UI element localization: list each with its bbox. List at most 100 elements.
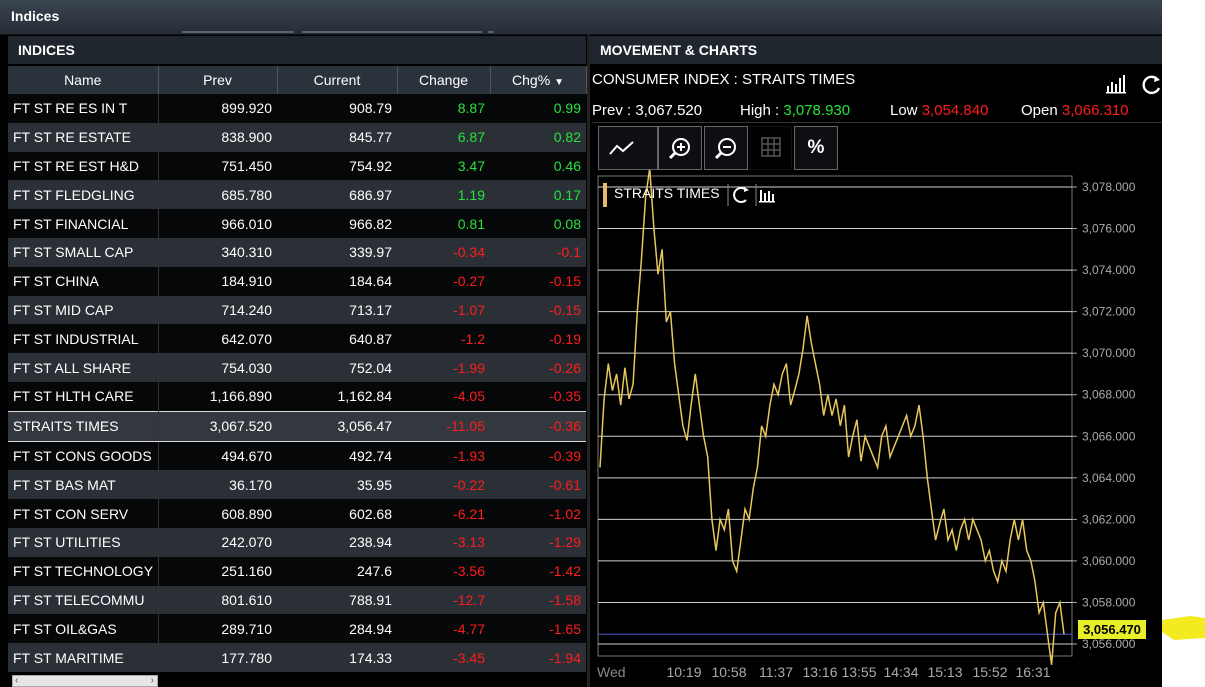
window-title: Indices: [11, 8, 60, 24]
table-row[interactable]: FT ST MID CAP 714.240 713.17 -1.07 -0.15: [8, 295, 586, 325]
column-header-change[interactable]: Change: [397, 66, 491, 94]
cell-change: -11.05: [397, 410, 490, 442]
column-header-name[interactable]: Name: [8, 66, 159, 94]
table-row[interactable]: FT ST CON SERV 608.890 602.68 -6.21 -1.02: [8, 499, 586, 528]
cell-current: 284.94: [277, 614, 397, 644]
tab-indicator[interactable]: [182, 31, 294, 33]
table-row[interactable]: FT ST SMALL CAP 340.310 339.97 -0.34 -0.1: [8, 237, 586, 267]
cell-name: FT ST UTILITIES: [8, 527, 159, 557]
plot-frame: [597, 175, 1073, 657]
table-row[interactable]: FT ST ALL SHARE 754.030 752.04 -1.99 -0.26: [8, 353, 586, 382]
tab-indicator[interactable]: [488, 31, 494, 33]
cell-current: 640.87: [277, 324, 397, 354]
cell-chg-pct: -0.39: [490, 441, 586, 471]
table-row[interactable]: FT ST BAS MAT 36.170 35.95 -0.22 -0.61: [8, 470, 586, 500]
cell-prev: 289.710: [158, 614, 277, 644]
cell-chg-pct: -1.58: [490, 585, 586, 615]
x-tick-label: 11:37: [759, 664, 793, 680]
x-start-label: Wed: [597, 664, 626, 680]
column-header-chg-pct[interactable]: Chg% ▼: [490, 66, 587, 94]
chart-area[interactable]: 3,078.000 3,076.000 3,074.000 3,072.000 3,07…: [592, 122, 1162, 687]
refresh-icon[interactable]: [1142, 75, 1161, 95]
table-row[interactable]: FT ST OIL&GAS 289.710 284.94 -4.77 -1.65: [8, 614, 586, 644]
cell-current: 3,056.47: [277, 410, 397, 442]
legend-settings-icon[interactable]: [759, 190, 775, 203]
line-chart-button[interactable]: [598, 126, 658, 170]
cell-name: FT ST RE ESTATE: [8, 122, 159, 152]
column-header-prev[interactable]: Prev: [158, 66, 278, 94]
zoom-in-button[interactable]: [658, 126, 702, 170]
cell-prev: 685.780: [158, 180, 277, 210]
tab-indicator[interactable]: [302, 31, 482, 33]
table-row[interactable]: FT ST TECHNOLOGY 251.160 247.6 -3.56 -1.42: [8, 556, 586, 586]
legend-tools: [727, 184, 775, 206]
cell-current: 686.97: [277, 180, 397, 210]
cell-chg-pct: 0.99: [490, 94, 586, 123]
series-line: [599, 168, 1065, 665]
sort-desc-icon[interactable]: ▼: [554, 77, 564, 88]
table-row[interactable]: STRAITS TIMES 3,067.520 3,056.47 -11.05 -0.3…: [8, 410, 586, 442]
legend-refresh-icon[interactable]: [733, 187, 749, 203]
table-row[interactable]: FT ST UTILITIES 242.070 238.94 -3.13 -1.29: [8, 527, 586, 557]
column-header-current[interactable]: Current: [277, 66, 398, 94]
cell-change: 0.81: [397, 209, 490, 238]
table-row[interactable]: FT ST RE ESTATE 838.900 845.77 6.87 0.82: [8, 122, 586, 152]
cell-current: 174.33: [277, 643, 397, 672]
cell-change: -3.45: [397, 643, 490, 672]
horizontal-scrollbar[interactable]: ‹ ›: [12, 675, 158, 687]
high-value: 3,078.930: [783, 102, 851, 119]
cell-current: 1,162.84: [277, 381, 397, 412]
yellow-highlight-shape: [1162, 616, 1205, 640]
y-tick-label: 3,072.000: [1082, 305, 1136, 319]
zoom-in-icon: [668, 138, 690, 160]
y-tick-label: 3,070.000: [1082, 346, 1136, 360]
open-stat: Open 3,066.310: [1021, 102, 1129, 119]
cell-current: 492.74: [277, 441, 397, 471]
table-row[interactable]: FT ST HLTH CARE 1,166.890 1,162.84 -4.05 -0.…: [8, 381, 586, 412]
cell-name: FT ST RE EST H&D: [8, 151, 159, 181]
percent-label: %: [807, 137, 825, 158]
y-tick-label: 3,068.000: [1082, 388, 1136, 402]
cell-change: -3.13: [397, 527, 490, 557]
panel-splitter[interactable]: [587, 34, 590, 687]
cell-prev: 608.890: [158, 499, 277, 528]
table-row[interactable]: FT ST CONS GOODS 494.670 492.74 -1.93 -0.39: [8, 441, 586, 471]
cell-chg-pct: -0.19: [490, 324, 586, 354]
table-row[interactable]: FT ST CHINA 184.910 184.64 -0.27 -0.15: [8, 266, 586, 296]
chart-title: CONSUMER INDEX : STRAITS TIMES: [592, 71, 856, 88]
grid-icon: [761, 137, 781, 157]
cell-change: -0.34: [397, 237, 490, 267]
percent-button[interactable]: %: [794, 126, 838, 170]
cell-change: -0.27: [397, 266, 490, 296]
cell-current: 184.64: [277, 266, 397, 296]
table-row[interactable]: FT ST TELECOMMU 801.610 788.91 -12.7 -1.58: [8, 585, 586, 615]
table-row[interactable]: FT ST FLEDGLING 685.780 686.97 1.19 0.17: [8, 180, 586, 210]
y-tick-label: 3,064.000: [1082, 471, 1136, 485]
cell-chg-pct: -1.65: [490, 614, 586, 644]
cell-current: 339.97: [277, 237, 397, 267]
cell-name: FT ST TELECOMMU: [8, 585, 159, 615]
grid-toggle-button[interactable]: [750, 126, 792, 170]
cell-change: -1.07: [397, 295, 490, 325]
scroll-left-icon[interactable]: ‹: [15, 676, 18, 686]
cell-name: FT ST CON SERV: [8, 499, 159, 528]
cell-prev: 3,067.520: [158, 410, 277, 442]
y-tick-label: 3,062.000: [1082, 512, 1136, 526]
cell-chg-pct: -0.36: [490, 410, 586, 442]
cell-chg-pct: 0.17: [490, 180, 586, 210]
cell-current: 602.68: [277, 499, 397, 528]
table-row[interactable]: FT ST RE EST H&D 751.450 754.92 3.47 0.46: [8, 151, 586, 181]
price-chart[interactable]: 3,078.000 3,076.000 3,074.000 3,072.000 3,07…: [592, 123, 1162, 687]
chart-type-icon[interactable]: [1106, 75, 1126, 94]
chart-panel-title: MOVEMENT & CHARTS: [600, 42, 758, 58]
y-tick-label: 3,078.000: [1082, 180, 1136, 194]
table-row[interactable]: FT ST MARITIME 177.780 174.33 -3.45 -1.94: [8, 643, 586, 672]
table-row[interactable]: FT ST RE ES IN T 899.920 908.79 8.87 0.99: [8, 94, 586, 123]
open-value: 3,066.310: [1061, 102, 1129, 119]
indices-table: Name Prev Current Change Chg% ▼ FT ST RE…: [8, 66, 587, 672]
window-titlebar: Indices: [0, 0, 1162, 35]
scroll-right-icon[interactable]: ›: [151, 676, 154, 686]
zoom-out-button[interactable]: [704, 126, 748, 170]
table-row[interactable]: FT ST FINANCIAL 966.010 966.82 0.81 0.08: [8, 209, 586, 238]
table-row[interactable]: FT ST INDUSTRIAL 642.070 640.87 -1.2 -0.19: [8, 324, 586, 354]
